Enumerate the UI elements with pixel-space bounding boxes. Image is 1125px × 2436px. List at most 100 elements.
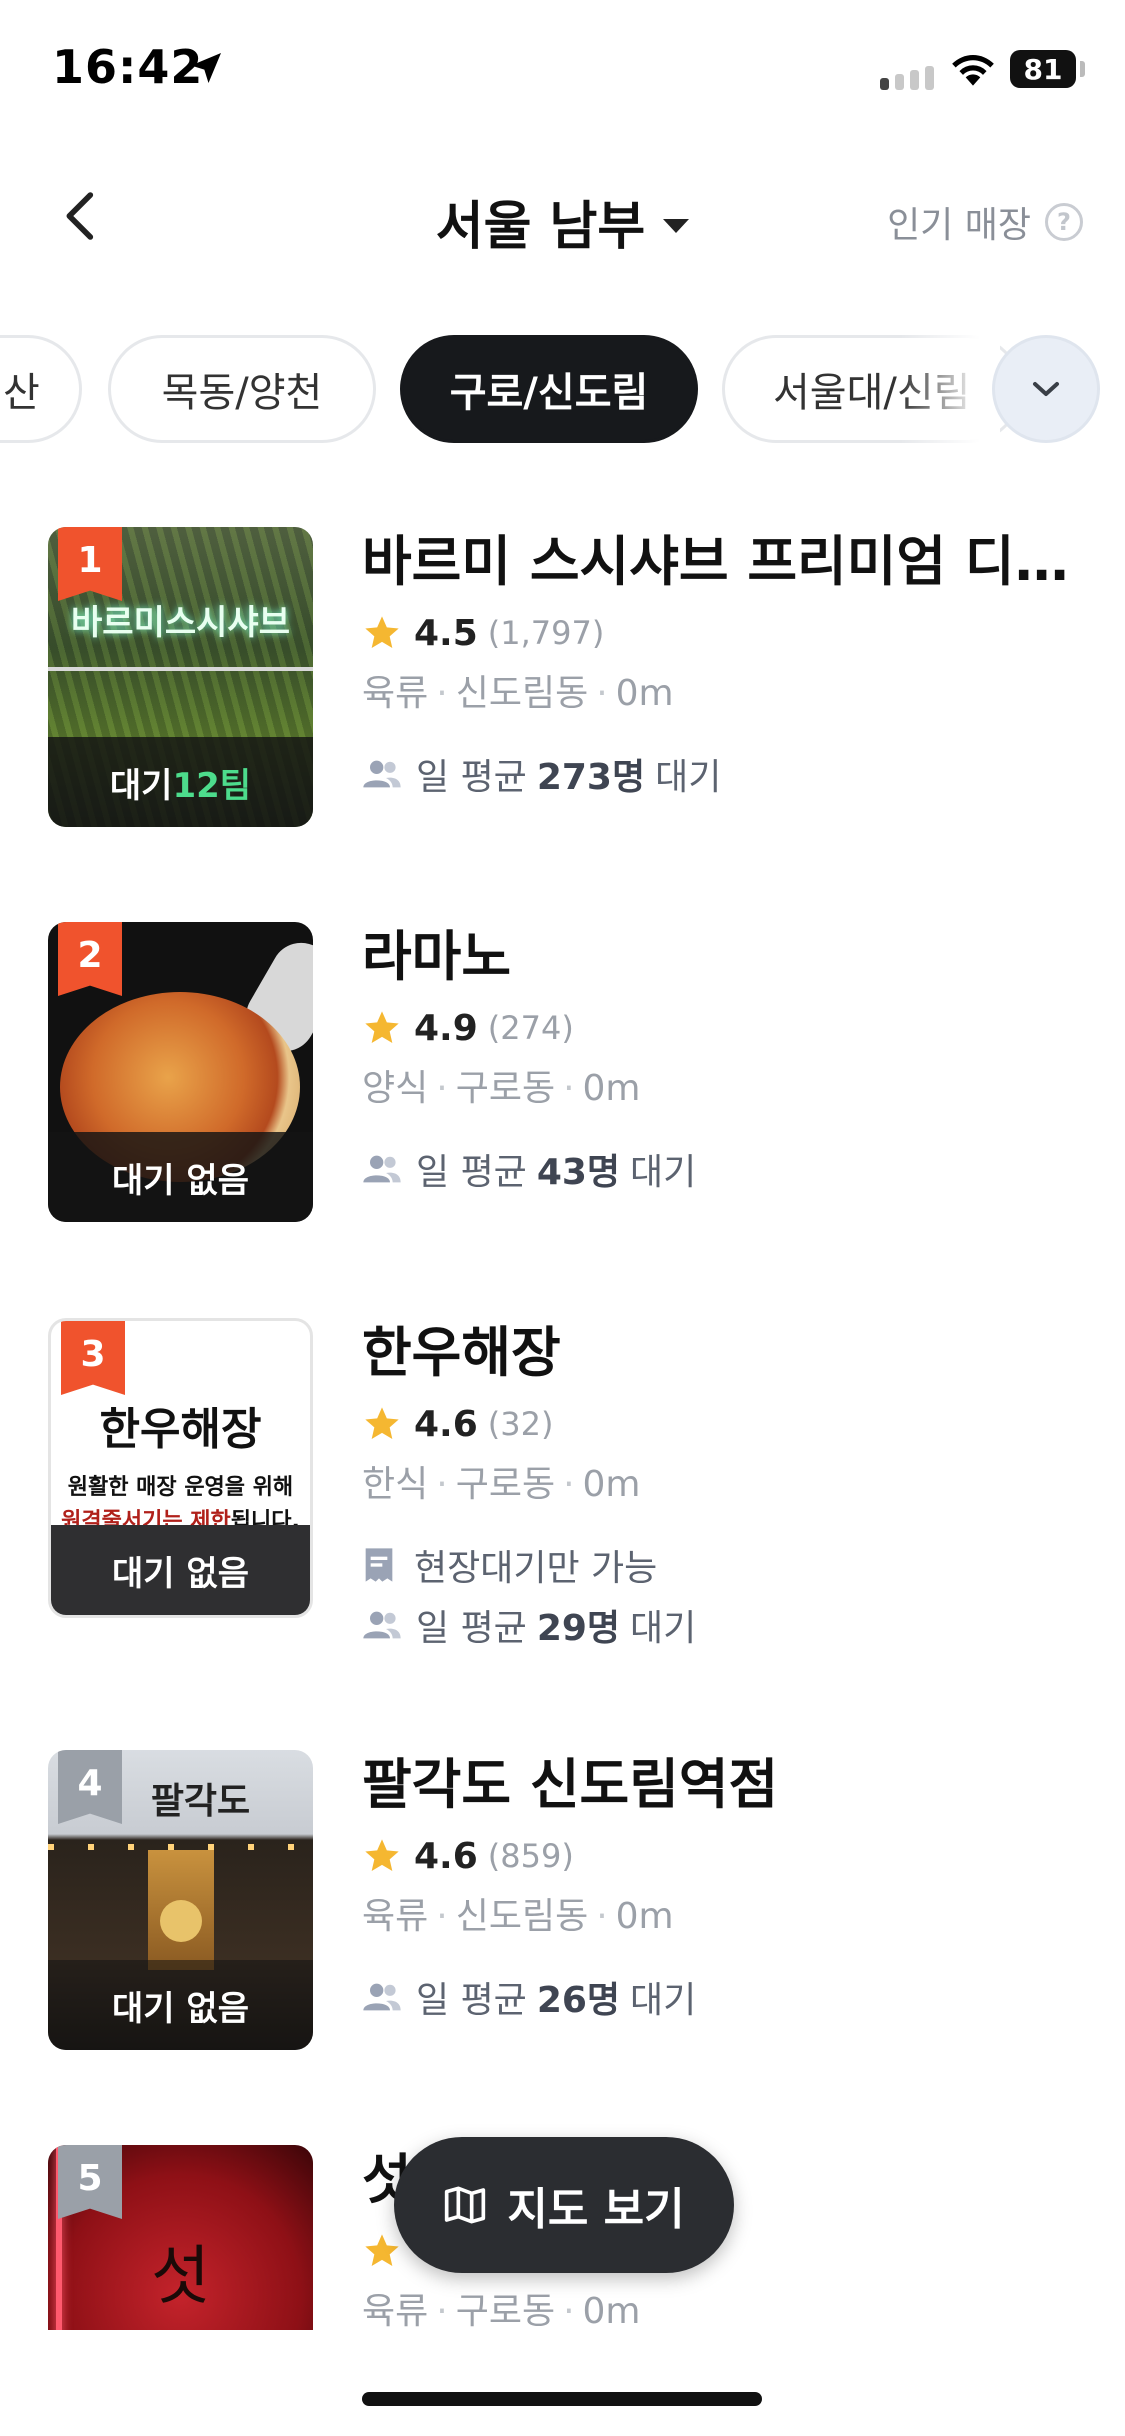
- chip-district-1[interactable]: 목동/양천: [108, 335, 376, 443]
- store-name: 팔각도 신도림역점: [362, 1753, 779, 1816]
- star-icon: [365, 616, 399, 648]
- avg-suffix: 대기: [630, 1608, 697, 1649]
- battery-indicator: 81: [1010, 50, 1076, 88]
- area: 구로동: [455, 2291, 556, 2332]
- thumb-title: 한우해장: [99, 1404, 262, 1455]
- separator-dot: ·: [436, 1068, 448, 1109]
- avg-count: 29명: [536, 1608, 621, 1649]
- popular-stores-info[interactable]: 인기 매장 ?: [887, 196, 1083, 248]
- rating-row: 4.6 (32): [362, 1400, 1102, 1448]
- emblem: [160, 1900, 202, 1942]
- store-list-item[interactable]: 팔각도 4 대기 없음 팔각도 신도림역점 4.6 (859) 육류 · 신도림동 ·…: [0, 1750, 1125, 2070]
- store-sign: 섯: [151, 2240, 210, 2314]
- star-icon: [365, 1011, 399, 1043]
- store-meta: 육류 · 신도림동 · 0m: [362, 669, 1102, 719]
- store-list-item[interactable]: 바르미스시샤브 1 대기 12팀 바르미 스시샤브 프리미엄 디큐... 4.5 …: [0, 527, 1125, 847]
- area: 신도림동: [455, 1896, 589, 1937]
- rating-score: 4.6: [414, 1403, 478, 1445]
- location-arrow-icon: [191, 53, 221, 83]
- daily-average-wait: 일 평균 43명 대기: [362, 1144, 1102, 1194]
- avg-suffix: 대기: [630, 1152, 697, 1193]
- store-name: 라마노: [362, 925, 512, 988]
- review-count: (859): [487, 1837, 574, 1875]
- rating-score: 4.5: [414, 612, 478, 654]
- chip-district-0[interactable]: 산: [0, 335, 82, 443]
- bottom-safe-area: [0, 2330, 1125, 2436]
- avg-count: 43명: [536, 1152, 621, 1193]
- people-icon: [363, 1983, 401, 2011]
- distance: 0m: [582, 1464, 641, 1505]
- store-name: 한우해장: [362, 1321, 561, 1384]
- chip-district-2-selected[interactable]: 구로/신도림: [400, 335, 698, 443]
- rank-badge: 3: [61, 1321, 125, 1395]
- onsite-label: 현장대기만 가능: [414, 1548, 658, 1589]
- region-title: 서울 남부: [435, 197, 646, 257]
- rating-score: 4.6: [414, 1835, 478, 1877]
- category: 양식: [362, 1068, 429, 1109]
- distance: 0m: [582, 1068, 641, 1109]
- help-icon[interactable]: ?: [1045, 203, 1083, 241]
- store-info: 바르미 스시샤브 프리미엄 디큐... 4.5 (1,797) 육류 · 신도림동 ·…: [362, 527, 1102, 799]
- area: 신도림동: [455, 673, 589, 714]
- store-list-item[interactable]: 한우해장 원활한 매장 운영을 위해 원격줄서기는 제한됩니다. 3 대기 없음…: [0, 1318, 1125, 1649]
- distance: 0m: [582, 2291, 641, 2332]
- separator-dot: ·: [596, 1896, 608, 1937]
- review-count: (32): [487, 1405, 554, 1443]
- rating-score: 4.9: [414, 1007, 478, 1049]
- wifi-icon: [952, 55, 994, 86]
- avg-suffix: 대기: [655, 757, 722, 798]
- wait-prefix: 대기: [109, 765, 173, 806]
- popular-label: 인기 매장: [887, 205, 1031, 246]
- daily-average-wait: 일 평균 273명 대기: [362, 749, 1102, 799]
- separator-dot: ·: [436, 673, 448, 714]
- chip-label: 구로/신도림: [449, 370, 649, 416]
- store-thumbnail: 팔각도 4 대기 없음: [48, 1750, 313, 2050]
- avg-count: 273명: [536, 757, 646, 798]
- rank-badge: 2: [58, 922, 122, 996]
- home-indicator[interactable]: [362, 2392, 762, 2406]
- avg-prefix: 일 평균: [416, 1980, 527, 2021]
- rank-badge: 1: [58, 527, 122, 601]
- sign-rail: [48, 667, 313, 671]
- store-thumbnail: 섯 5: [48, 2145, 313, 2345]
- people-icon: [363, 1611, 401, 1639]
- store-info: 팔각도 신도림역점 4.6 (859) 육류 · 신도림동 · 0m 일 평균 26명 대기: [362, 1750, 1102, 2022]
- area: 구로동: [455, 1464, 556, 1505]
- separator-dot: ·: [436, 2291, 448, 2332]
- avg-prefix: 일 평균: [416, 757, 527, 798]
- caret-down-icon: [663, 219, 690, 233]
- store-name: 바르미 스시샤브 프리미엄 디큐...: [362, 530, 1102, 593]
- store-sign: 바르미스시샤브: [71, 603, 290, 643]
- battery-cap: [1080, 61, 1085, 77]
- onsite-only-notice: 현장대기만 가능: [362, 1540, 1102, 1590]
- rank-badge: 4: [58, 1750, 122, 1824]
- expand-chips-button[interactable]: [992, 335, 1100, 443]
- store-meta: 양식 · 구로동 · 0m: [362, 1064, 1102, 1114]
- wait-status: 대기 없음: [48, 1132, 313, 1222]
- area: 구로동: [455, 1068, 556, 1109]
- store-list-item[interactable]: 2 대기 없음 라마노 4.9 (274) 양식 · 구로동 · 0m 일 평균 43명 대…: [0, 922, 1125, 1242]
- avg-suffix: 대기: [630, 1980, 697, 2021]
- distance: 0m: [615, 673, 674, 714]
- district-filter-chips: 산 목동/양천 구로/신도림 서울대/신림: [0, 335, 1125, 447]
- thumb-notice-line1: 원활한 매장 운영을 위해: [67, 1475, 294, 1500]
- store-info: 한우해장 4.6 (32) 한식 · 구로동 · 0m 현장대기만 가능 일 평균 29명…: [362, 1318, 1102, 1650]
- avg-count: 26명: [536, 1980, 621, 2021]
- map-icon: [445, 2186, 486, 2224]
- store-meta: 육류 · 신도림동 · 0m: [362, 1892, 1102, 1942]
- category: 한식: [362, 1464, 429, 1505]
- separator-dot: ·: [563, 1464, 575, 1505]
- wait-team-count: 12팀: [172, 765, 252, 806]
- status-bar: 16:42 81: [0, 0, 1125, 140]
- rank-badge: 5: [58, 2145, 122, 2219]
- review-count: (274): [487, 1009, 574, 1047]
- separator-dot: ·: [436, 1464, 448, 1505]
- ceiling-lights: [48, 1844, 313, 1850]
- review-count: (1,797): [487, 614, 605, 652]
- view-map-button[interactable]: 지도 보기: [394, 2137, 734, 2273]
- category: 육류: [362, 673, 429, 714]
- category: 육류: [362, 2291, 429, 2332]
- chip-label: 산: [3, 370, 40, 416]
- separator-dot: ·: [563, 1068, 575, 1109]
- star-icon: [365, 1839, 399, 1871]
